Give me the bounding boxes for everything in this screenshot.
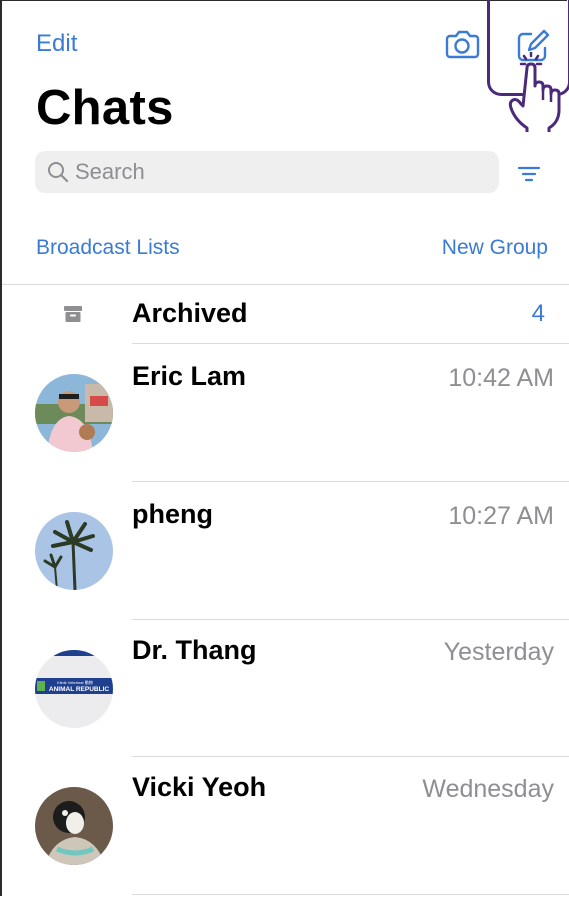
avatar	[35, 374, 113, 452]
chat-row-eric-lam[interactable]: Eric Lam 10:42 AM	[0, 344, 569, 481]
divider	[2, 284, 569, 285]
pointing-hand-icon	[507, 50, 569, 138]
archived-row[interactable]: Archived	[132, 298, 248, 329]
search-placeholder: Search	[75, 159, 145, 184]
page-title: Chats	[36, 81, 174, 135]
chat-name: pheng	[132, 499, 213, 529]
chat-name: Eric Lam	[132, 361, 247, 391]
chat-row-vicki-yeoh[interactable]: Vicki Yeoh Wednesday	[0, 757, 569, 894]
search-input[interactable]: Search	[35, 151, 499, 193]
list-actions: Broadcast Lists New Group	[36, 236, 548, 260]
avatar-badge-text: ANIMAL REPUBLIC	[49, 686, 109, 693]
edit-button[interactable]: Edit	[36, 30, 77, 58]
search-icon	[48, 162, 69, 183]
divider	[132, 894, 569, 895]
avatar-badge-small-text: Klinik Veterinar 動物	[57, 679, 93, 685]
broadcast-lists-link[interactable]: Broadcast Lists	[36, 236, 180, 260]
chat-time: 10:42 AM	[448, 364, 554, 392]
chat-time: Yesterday	[443, 638, 554, 666]
chat-name: Vicki Yeoh	[132, 772, 267, 802]
filter-icon[interactable]	[517, 164, 541, 184]
new-group-link[interactable]: New Group	[442, 236, 548, 260]
chat-time: Wednesday	[422, 775, 554, 803]
chat-name: Dr. Thang	[132, 635, 257, 665]
avatar	[35, 787, 113, 865]
chat-row-dr-thang[interactable]: Klinik Veterinar 動物 ANIMAL REPUBLIC Dr. …	[0, 620, 569, 757]
chat-row-pheng[interactable]: pheng 10:27 AM	[0, 482, 569, 619]
avatar	[35, 512, 113, 590]
camera-icon[interactable]	[444, 28, 480, 60]
archived-count: 4	[531, 300, 545, 327]
archive-icon	[63, 304, 83, 324]
chat-time: 10:27 AM	[448, 502, 554, 530]
avatar: Klinik Veterinar 動物 ANIMAL REPUBLIC	[35, 650, 113, 728]
